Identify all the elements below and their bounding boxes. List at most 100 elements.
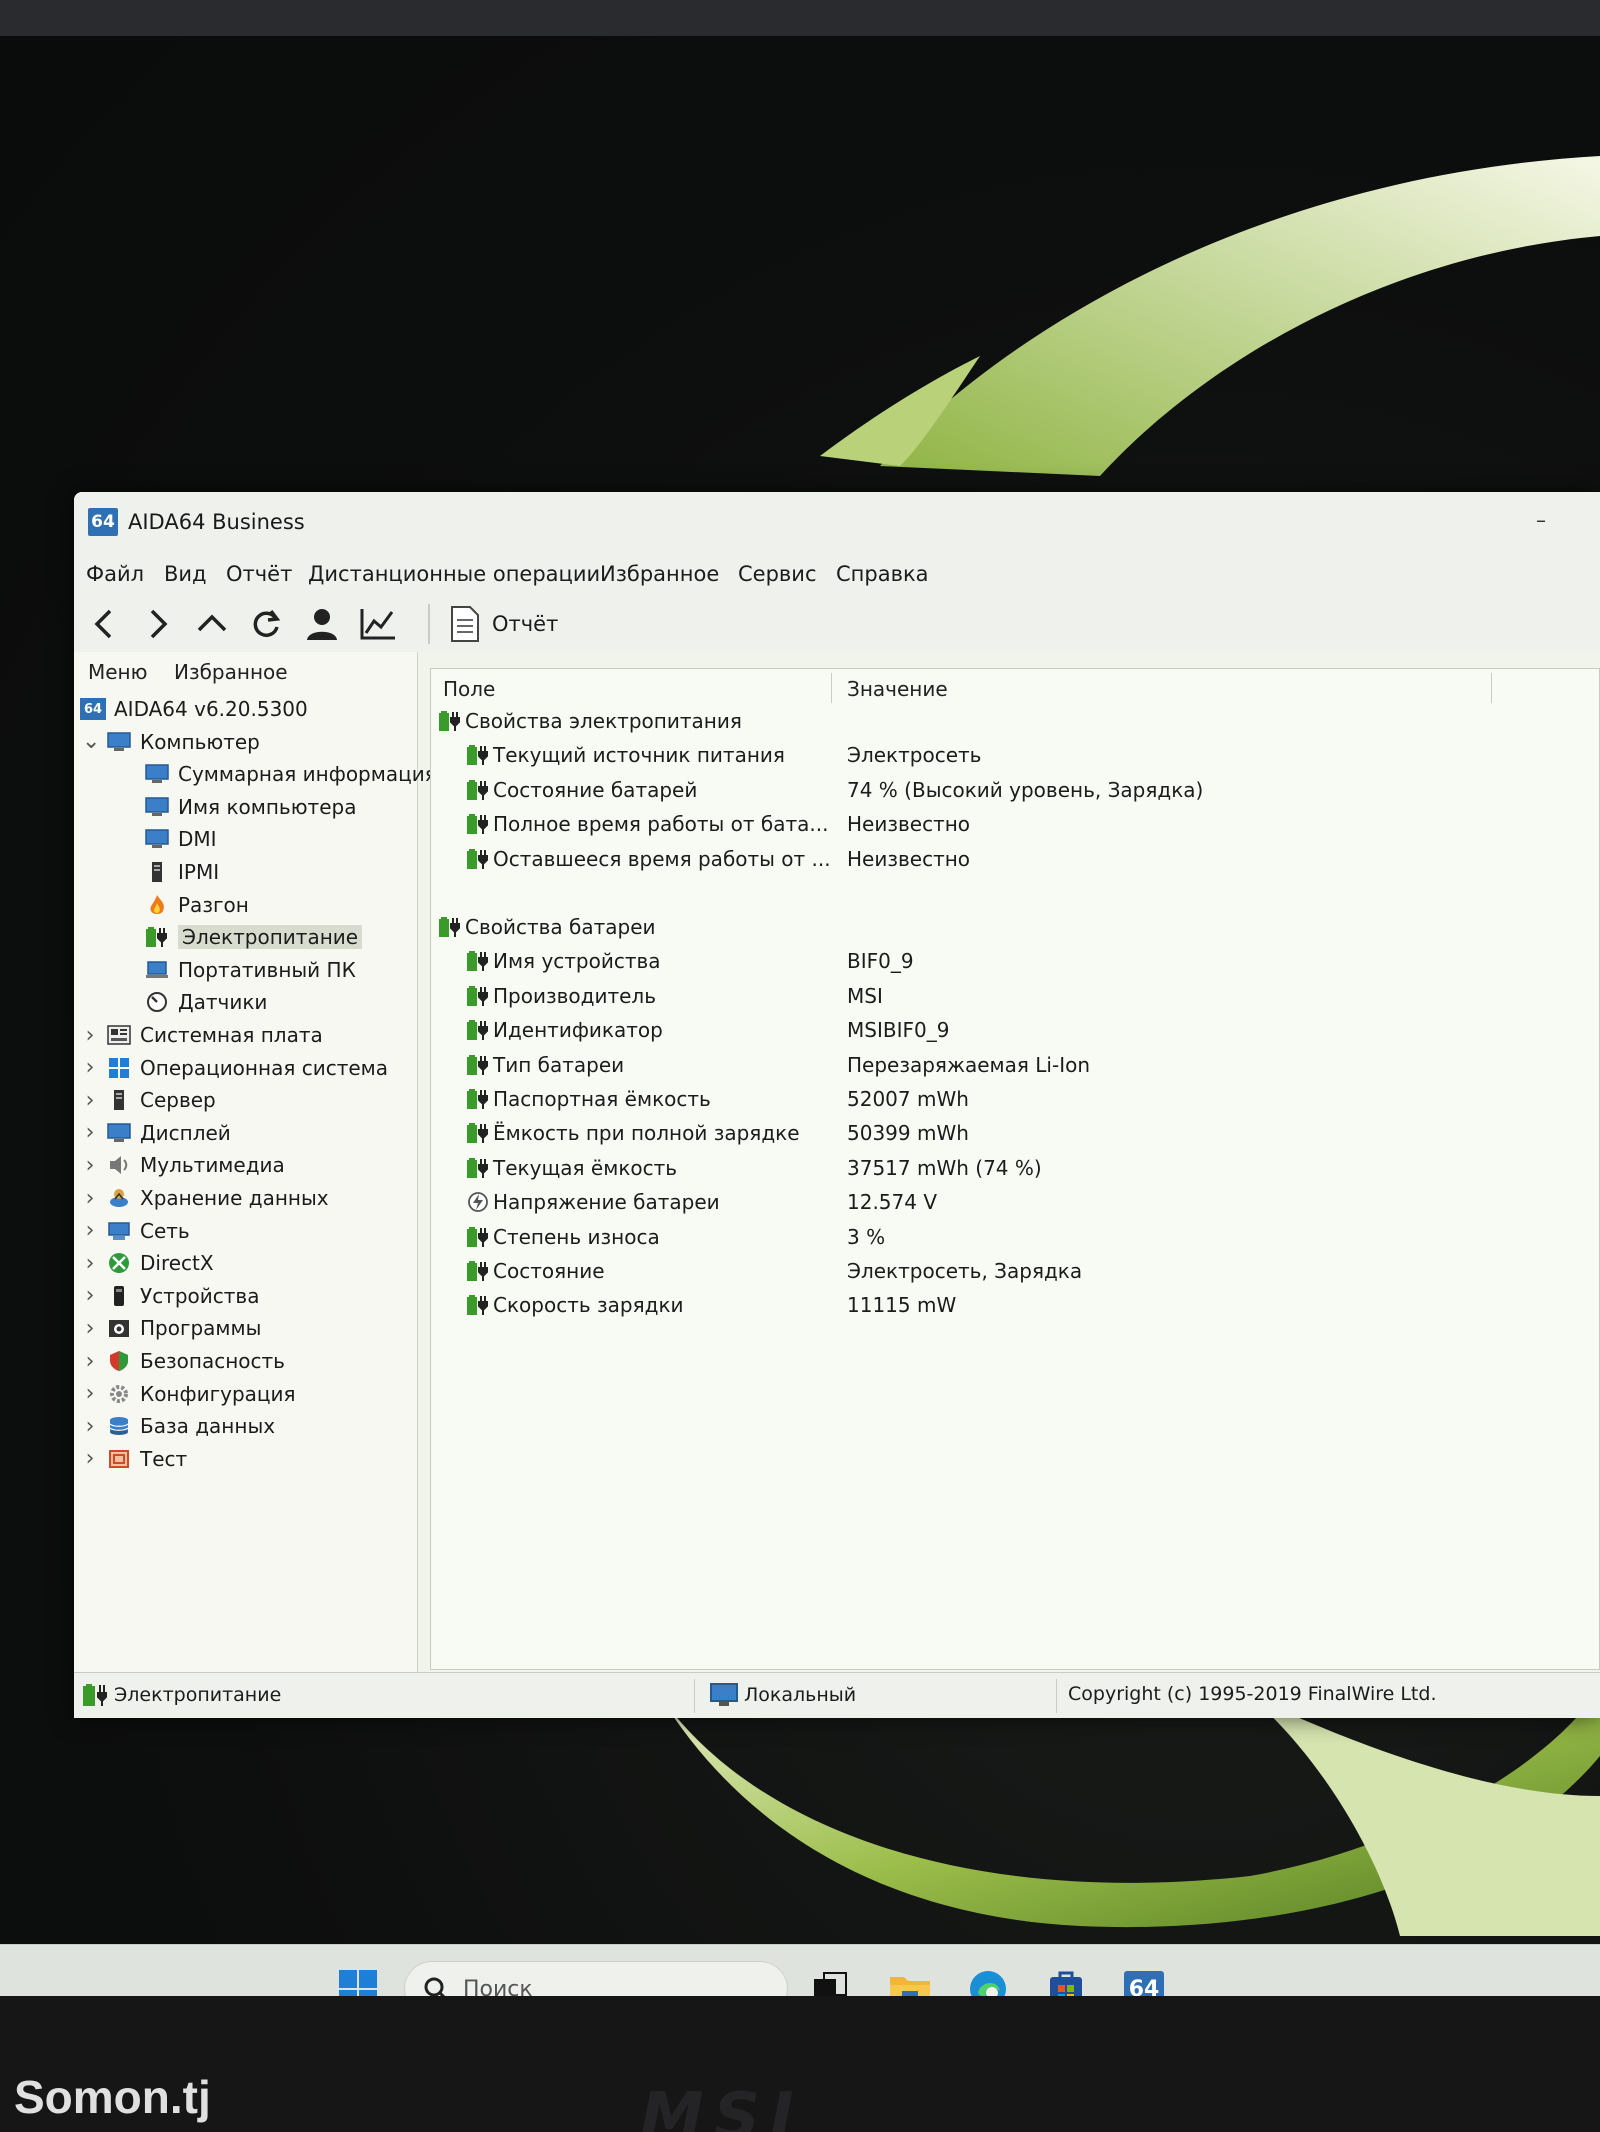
table-row[interactable]: Тип батареи Перезаряжаемая Li-Ion — [431, 1053, 1599, 1087]
menu-favorites[interactable]: Избранное — [600, 562, 719, 586]
column-divider[interactable] — [831, 673, 832, 703]
table-row[interactable]: Производитель MSI — [431, 984, 1599, 1018]
tab-menu[interactable]: Меню — [88, 660, 147, 684]
user-button[interactable] — [300, 602, 344, 646]
task-view-button[interactable] — [806, 1965, 854, 1996]
column-header-value[interactable]: Значение — [847, 669, 948, 707]
field-label: Состояние батарей — [493, 777, 698, 802]
edge-browser-button[interactable] — [964, 1965, 1012, 1996]
xbox-icon — [106, 1251, 132, 1275]
chevron-right-icon[interactable]: › — [82, 1381, 98, 1406]
tree-item[interactable]: › Тест — [82, 1444, 188, 1474]
battery-icon — [437, 915, 463, 939]
chevron-right-icon[interactable]: › — [82, 1186, 98, 1211]
table-row[interactable]: Напряжение батареи 12.574 V — [431, 1190, 1599, 1224]
benchmark-button[interactable] — [356, 602, 400, 646]
chevron-right-icon[interactable]: › — [82, 1349, 98, 1374]
chevron-right-icon[interactable]: › — [82, 1088, 98, 1113]
start-button[interactable] — [334, 1965, 382, 1996]
tab-favorites[interactable]: Избранное — [174, 660, 288, 684]
tree-item[interactable]: › Сервер — [82, 1085, 216, 1115]
menu-view[interactable]: Вид — [164, 562, 207, 586]
tree-item[interactable]: Портативный ПК — [144, 955, 356, 985]
tree-item[interactable]: Имя компьютера — [144, 792, 356, 822]
field-label: Имя устройства — [493, 949, 661, 974]
table-row[interactable]: Полное время работы от бата... Неизвестно — [431, 812, 1599, 846]
table-row[interactable]: Текущий источник питания Электросеть — [431, 743, 1599, 777]
table-row[interactable]: Состояние батарей 74 % (Высокий уровень, … — [431, 778, 1599, 812]
tree-item[interactable]: › Дисплей — [82, 1118, 231, 1148]
chevron-right-icon[interactable]: › — [82, 1023, 98, 1048]
menu-file[interactable]: Файл — [86, 562, 144, 586]
taskbar-search[interactable]: Поиск — [404, 1961, 788, 1996]
file-explorer-button[interactable] — [886, 1965, 934, 1996]
field-value: 37517 mWh (74 %) — [847, 1155, 1042, 1180]
field-label: Полное время работы от бата... — [493, 812, 829, 837]
table-row[interactable]: Оставшееся время работы от ... Неизвестно — [431, 847, 1599, 881]
table-row[interactable]: Состояние Электросеть, Зарядка — [431, 1259, 1599, 1293]
menu-service[interactable]: Сервис — [738, 562, 816, 586]
tree-item[interactable]: DMI — [144, 824, 217, 854]
minimize-button[interactable]: – — [1536, 508, 1560, 532]
tree-item[interactable]: ⌄ Компьютер — [82, 727, 260, 757]
group-header-row[interactable]: Свойства электропитания — [431, 709, 1599, 743]
back-button[interactable] — [82, 602, 126, 646]
tree-item[interactable]: › Хранение данных — [82, 1183, 329, 1213]
menu-remote[interactable]: Дистанционные операции — [308, 562, 600, 586]
tree-item[interactable]: › Операционная система — [82, 1053, 388, 1083]
table-row[interactable]: Степень износа 3 % — [431, 1225, 1599, 1259]
database-icon — [106, 1414, 132, 1438]
speaker-icon — [106, 1153, 132, 1177]
chevron-right-icon[interactable]: › — [82, 1153, 98, 1178]
column-header-field[interactable]: Поле — [443, 669, 495, 707]
column-divider-end[interactable] — [1491, 673, 1492, 703]
chevron-right-icon[interactable]: › — [82, 1446, 98, 1471]
tree-item[interactable]: IPMI — [144, 857, 219, 887]
tree-item[interactable]: › База данных — [82, 1411, 276, 1441]
table-row[interactable]: Скорость зарядки 11115 mW — [431, 1293, 1599, 1327]
tree-item[interactable]: Электропитание — [144, 922, 363, 952]
tree-item[interactable]: › DirectX — [82, 1248, 214, 1278]
chevron-right-icon[interactable]: › — [82, 1251, 98, 1276]
tree-item[interactable]: Разгон — [144, 890, 249, 920]
tree-item[interactable]: › Программы — [82, 1313, 262, 1343]
chevron-right-icon[interactable]: › — [82, 1120, 98, 1145]
forward-button[interactable] — [136, 602, 180, 646]
tree-item[interactable]: Суммарная информация — [144, 759, 437, 789]
chevron-right-icon[interactable]: › — [82, 1414, 98, 1439]
laptop-icon — [144, 958, 170, 982]
store-button[interactable] — [1042, 1965, 1090, 1996]
group-header-row[interactable]: Свойства батареи — [431, 915, 1599, 949]
field-value: Электросеть, Зарядка — [847, 1259, 1083, 1283]
chevron-down-icon[interactable]: ⌄ — [82, 729, 100, 754]
tree-item[interactable]: › Сеть — [82, 1216, 190, 1246]
tree-item[interactable]: › Мультимедиа — [82, 1150, 285, 1180]
tree-item[interactable]: › Системная плата — [82, 1020, 323, 1050]
tree-item[interactable]: › Конфигурация — [82, 1379, 296, 1409]
chevron-right-icon[interactable]: › — [82, 1055, 98, 1080]
table-row[interactable]: Идентификатор MSIBIF0_9 — [431, 1018, 1599, 1052]
programs-icon — [106, 1316, 132, 1340]
gauge-icon — [144, 990, 170, 1014]
tree-item[interactable]: Датчики — [144, 987, 267, 1017]
tree-item[interactable]: › Устройства — [82, 1281, 260, 1311]
tree-item-label: Сервер — [140, 1088, 216, 1113]
report-button[interactable]: Отчёт — [450, 602, 558, 646]
tree-item[interactable]: › Безопасность — [82, 1346, 285, 1376]
motherboard-icon — [106, 1023, 132, 1047]
storage-icon — [106, 1186, 132, 1210]
aida64-taskbar-button[interactable]: 64 — [1120, 1965, 1168, 1996]
table-row[interactable]: Текущая ёмкость 37517 mWh (74 %) — [431, 1156, 1599, 1190]
chevron-right-icon[interactable]: › — [82, 1218, 98, 1243]
table-row[interactable]: Ёмкость при полной зарядке 50399 mWh — [431, 1121, 1599, 1155]
menu-help[interactable]: Справка — [836, 562, 929, 586]
menu-report[interactable]: Отчёт — [226, 562, 292, 586]
up-button[interactable] — [190, 602, 234, 646]
chevron-right-icon[interactable]: › — [82, 1283, 98, 1308]
battery-icon — [465, 949, 491, 973]
chevron-right-icon[interactable]: › — [82, 1316, 98, 1341]
refresh-button[interactable] — [244, 602, 288, 646]
table-row[interactable]: Паспортная ёмкость 52007 mWh — [431, 1087, 1599, 1121]
table-row[interactable]: Имя устройства BIF0_9 — [431, 949, 1599, 983]
tree-item[interactable]: 64 AIDA64 v6.20.5300 — [80, 694, 308, 724]
